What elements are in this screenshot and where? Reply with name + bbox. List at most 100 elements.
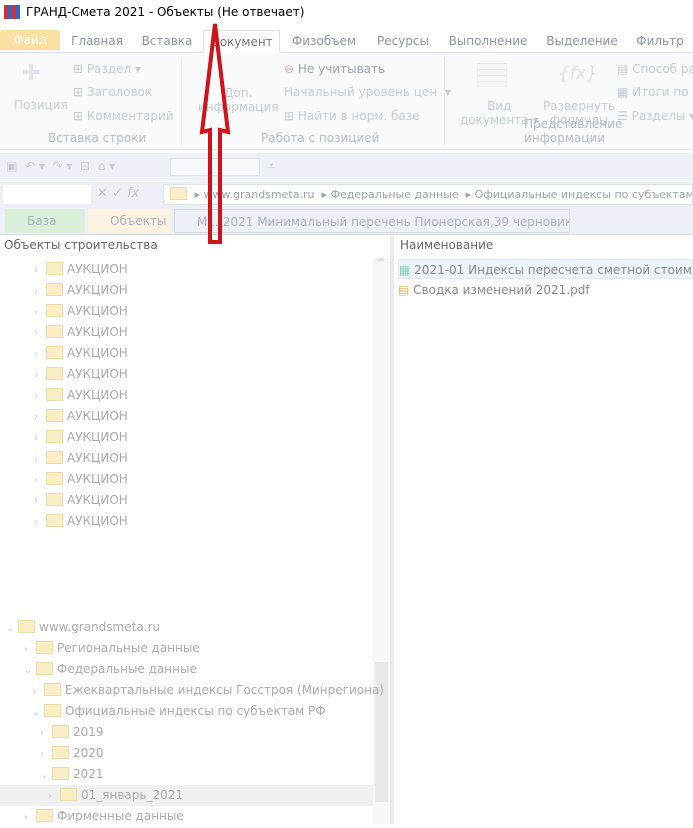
panel-splitter[interactable] xyxy=(390,236,394,824)
chevron-right-icon[interactable]: › xyxy=(40,744,50,765)
chevron-down-icon[interactable]: ⌄ xyxy=(32,702,42,723)
tree-item[interactable]: › АУКЦИОН xyxy=(34,259,128,280)
chevron-right-icon[interactable]: › xyxy=(24,807,34,828)
chevron-right-icon[interactable]: › xyxy=(40,723,50,744)
folder-icon xyxy=(46,472,63,485)
folder-icon xyxy=(52,767,69,780)
tree-item[interactable]: ⌄ www.grandsmeta.ru xyxy=(6,617,160,638)
save-icon[interactable]: ▣ ↶ ▾ ↷ ▾ ⊟ ⌂ ▾ xyxy=(6,159,115,173)
tree-item[interactable]: › АУКЦИОН xyxy=(34,301,128,322)
folder-icon xyxy=(46,514,63,527)
tree-item[interactable]: › АУКЦИОН xyxy=(34,322,128,343)
expand-label-1: Развернуть xyxy=(543,99,616,113)
breadcrumb-item[interactable]: Федеральные данные xyxy=(330,188,458,201)
ribbon-tabs: Файл Главная Вставка Документ Физобъем Р… xyxy=(0,26,693,53)
tab-filter[interactable]: Фильтр xyxy=(630,30,690,53)
totals-button[interactable]: ▦ Итоги по п xyxy=(617,85,693,99)
tree-item[interactable]: › АУКЦИОН xyxy=(34,427,128,448)
tab-physvolume[interactable]: Физобъем xyxy=(288,30,360,53)
folder-icon xyxy=(52,725,69,738)
ribbon: ✚ Позиция ⊞ Раздел ▾ ⊞ Заголовок ⊞ Комме… xyxy=(0,53,693,150)
heading-button[interactable]: ⊞ Заголовок xyxy=(73,85,152,99)
tree-item[interactable]: › Региональные данные xyxy=(24,638,200,659)
tree-item-label: АУКЦИОН xyxy=(67,325,128,339)
find-label: Найти в норм. базе xyxy=(297,109,420,123)
tab-file[interactable]: Файл xyxy=(0,30,60,50)
file-row[interactable]: ▦ 2021-01 Индексы пересчета сметной стои… xyxy=(398,259,693,279)
quick-access-toolbar: ▣ ↶ ▾ ↷ ▾ ⊟ ⌂ ▾ ⩡ xyxy=(0,153,693,181)
chevron-right-icon[interactable]: › xyxy=(34,449,44,470)
folder-icon xyxy=(46,388,63,401)
tree-item[interactable]: › 2020 xyxy=(40,743,104,764)
chevron-down-icon[interactable]: ⌄ xyxy=(24,660,34,681)
spreadsheet-icon: ▦ xyxy=(399,263,411,277)
chevron-right-icon[interactable]: › xyxy=(34,407,44,428)
chevron-right-icon[interactable]: › xyxy=(34,512,44,533)
chevron-right-icon[interactable]: › xyxy=(34,386,44,407)
file-row[interactable]: ▤ Сводка изменений 2021.pdf xyxy=(398,280,693,300)
tree-item-label: Ежеквартальные индексы Госстроя (Минреги… xyxy=(65,683,384,697)
chevron-right-icon[interactable]: › xyxy=(34,344,44,365)
breadcrumb: ▸ www.grandsmeta.ru ▸ Федеральные данные… xyxy=(163,184,693,205)
tab-base[interactable]: База xyxy=(5,209,85,233)
tree-item[interactable]: › 2019 xyxy=(40,722,104,743)
folder-icon xyxy=(36,662,53,675)
folder-icon xyxy=(44,683,61,696)
tab-selection[interactable]: Выделение xyxy=(542,30,622,53)
tree-item[interactable]: › АУКЦИОН xyxy=(34,490,128,511)
tree-item[interactable]: › Ежеквартальные индексы Госстроя (Минрег… xyxy=(32,680,384,701)
tree-item[interactable]: › АУКЦИОН xyxy=(34,406,128,427)
tree-item[interactable]: › АУКЦИОН xyxy=(34,280,128,301)
tree-item[interactable]: › 01_январь_2021 xyxy=(48,785,183,806)
tree-item[interactable]: › АУКЦИОН xyxy=(34,364,128,385)
tab-resources[interactable]: Ресурсы xyxy=(370,30,436,53)
folder-icon xyxy=(46,367,63,380)
find-in-base-button[interactable]: ⊞ Найти в норм. базе xyxy=(284,109,420,123)
comment-button[interactable]: ⊞ Комментарий xyxy=(73,109,174,123)
chevron-down-icon[interactable]: ⌄ xyxy=(6,618,16,639)
tree-item[interactable]: ⌄ 2021 xyxy=(40,764,104,785)
tree-item[interactable]: ⌄ Федеральные данные xyxy=(24,659,197,680)
tree-item[interactable]: › АУКЦИОН xyxy=(34,448,128,469)
cell-name-input[interactable] xyxy=(3,185,91,204)
chevron-right-icon[interactable]: › xyxy=(34,323,44,344)
tree-item[interactable]: ⌄ Официальные индексы по субъектам РФ xyxy=(32,701,326,722)
chevron-right-icon[interactable]: › xyxy=(34,470,44,491)
ignore-icon: ⊖ xyxy=(284,62,295,76)
chevron-right-icon[interactable]: › xyxy=(34,302,44,323)
chevron-right-icon[interactable]: › xyxy=(34,281,44,302)
position-button[interactable]: Позиция xyxy=(14,98,68,112)
tree-item[interactable]: › АУКЦИОН xyxy=(34,385,128,406)
tree-item[interactable]: › АУКЦИОН xyxy=(34,343,128,364)
group-position-work: Работа с позицией xyxy=(261,131,380,145)
formula-bar: ✕ ✓ fx ▸ www.grandsmeta.ru ▸ Федеральные… xyxy=(0,182,693,207)
tab-objects[interactable]: Объекты xyxy=(88,209,170,233)
chevron-right-icon[interactable]: › xyxy=(24,639,34,660)
left-scrollbar[interactable]: ^ xyxy=(373,258,390,824)
chevron-down-icon[interactable]: ⌄ xyxy=(40,765,50,786)
chevron-right-icon[interactable]: › xyxy=(34,365,44,386)
app-icon xyxy=(4,5,20,19)
tab-execution[interactable]: Выполнение xyxy=(446,30,530,53)
chevron-right-icon[interactable]: › xyxy=(34,428,44,449)
tab-home[interactable]: Главная xyxy=(66,30,128,53)
tab-insert[interactable]: Вставка xyxy=(136,30,198,53)
price-level-dropdown[interactable]: Начальный уровень цен ▾ xyxy=(284,85,451,99)
chevron-right-icon[interactable]: › xyxy=(48,786,58,807)
customize-icon[interactable]: ⩡ xyxy=(268,159,275,174)
totals-label: Итоги по п xyxy=(632,85,693,99)
tree-item[interactable]: › АУКЦИОН xyxy=(34,511,128,532)
section-button[interactable]: ⊞ Раздел ▾ xyxy=(73,62,141,76)
chevron-right-icon[interactable]: › xyxy=(32,681,42,702)
method-button[interactable]: ▤ Способ ра xyxy=(617,62,693,76)
tree-item[interactable]: › АУКЦИОН xyxy=(34,469,128,490)
right-panel-header: Наименование xyxy=(400,238,494,252)
tree-item-label: 2020 xyxy=(73,746,104,760)
breadcrumb-item[interactable]: Официальные индексы по субъектам РФ xyxy=(475,188,692,201)
folder-icon xyxy=(46,430,63,443)
ignore-button[interactable]: ⊖ Не учитывать xyxy=(284,62,385,76)
chevron-right-icon[interactable]: › xyxy=(34,491,44,512)
folder-icon xyxy=(46,493,63,506)
cancel-icon[interactable]: ✕ ✓ fx xyxy=(97,186,139,201)
chevron-right-icon[interactable]: › xyxy=(34,260,44,281)
